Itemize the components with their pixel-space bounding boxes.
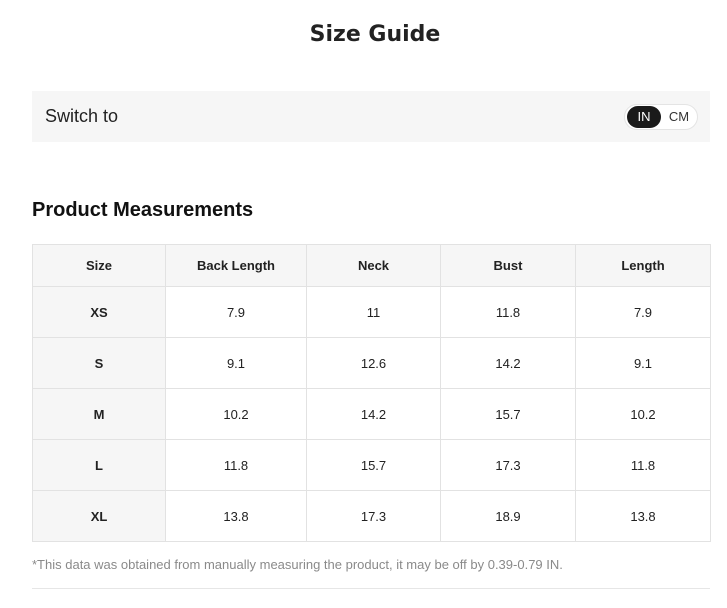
table-row: L 11.8 15.7 17.3 11.8 xyxy=(32,439,711,491)
bust-cell: 14.2 xyxy=(440,337,576,389)
length-cell: 11.8 xyxy=(575,439,711,491)
size-cell: L xyxy=(32,439,166,491)
size-cell: XL xyxy=(32,490,166,542)
bust-cell: 11.8 xyxy=(440,286,576,338)
size-guide-page: Size Guide Switch to IN CM Product Measu… xyxy=(0,0,727,608)
back-length-cell: 13.8 xyxy=(165,490,307,542)
size-cell: XS xyxy=(32,286,166,338)
length-cell: 9.1 xyxy=(575,337,711,389)
unit-switch-bar: Switch to IN CM xyxy=(32,91,710,142)
size-cell: S xyxy=(32,337,166,389)
header-length: Length xyxy=(575,244,711,287)
size-cell: M xyxy=(32,388,166,440)
header-neck: Neck xyxy=(306,244,441,287)
section-title: Product Measurements xyxy=(32,199,254,221)
table-row: S 9.1 12.6 14.2 9.1 xyxy=(32,337,711,389)
back-length-cell: 11.8 xyxy=(165,439,307,491)
page-title: Size Guide xyxy=(309,22,441,47)
table-row: M 10.2 14.2 15.7 10.2 xyxy=(32,388,711,440)
neck-cell: 14.2 xyxy=(306,388,441,440)
back-length-cell: 7.9 xyxy=(165,286,307,338)
length-cell: 10.2 xyxy=(575,388,711,440)
header-bust: Bust xyxy=(440,244,576,287)
unit-toggle[interactable]: IN CM xyxy=(624,104,698,130)
bust-cell: 18.9 xyxy=(440,490,576,542)
back-length-cell: 10.2 xyxy=(165,388,307,440)
back-length-cell: 9.1 xyxy=(165,337,307,389)
length-cell: 7.9 xyxy=(575,286,711,338)
table-row: XS 7.9 11 11.8 7.9 xyxy=(32,286,711,338)
unit-switch-label: Switch to xyxy=(45,106,119,126)
measurements-table: Size Back Length Neck Bust Length XS 7.9… xyxy=(32,244,711,542)
header-size: Size xyxy=(32,244,166,287)
neck-cell: 12.6 xyxy=(306,337,441,389)
divider xyxy=(32,588,710,589)
measurement-disclaimer: *This data was obtained from manually me… xyxy=(32,557,563,572)
header-back-length: Back Length xyxy=(165,244,307,287)
neck-cell: 17.3 xyxy=(306,490,441,542)
unit-cm-button[interactable]: CM xyxy=(663,106,695,128)
length-cell: 13.8 xyxy=(575,490,711,542)
table-row: XL 13.8 17.3 18.9 13.8 xyxy=(32,490,711,542)
bust-cell: 15.7 xyxy=(440,388,576,440)
bust-cell: 17.3 xyxy=(440,439,576,491)
table-header-row: Size Back Length Neck Bust Length xyxy=(32,244,711,287)
neck-cell: 15.7 xyxy=(306,439,441,491)
unit-in-button[interactable]: IN xyxy=(627,106,661,128)
neck-cell: 11 xyxy=(306,286,441,338)
